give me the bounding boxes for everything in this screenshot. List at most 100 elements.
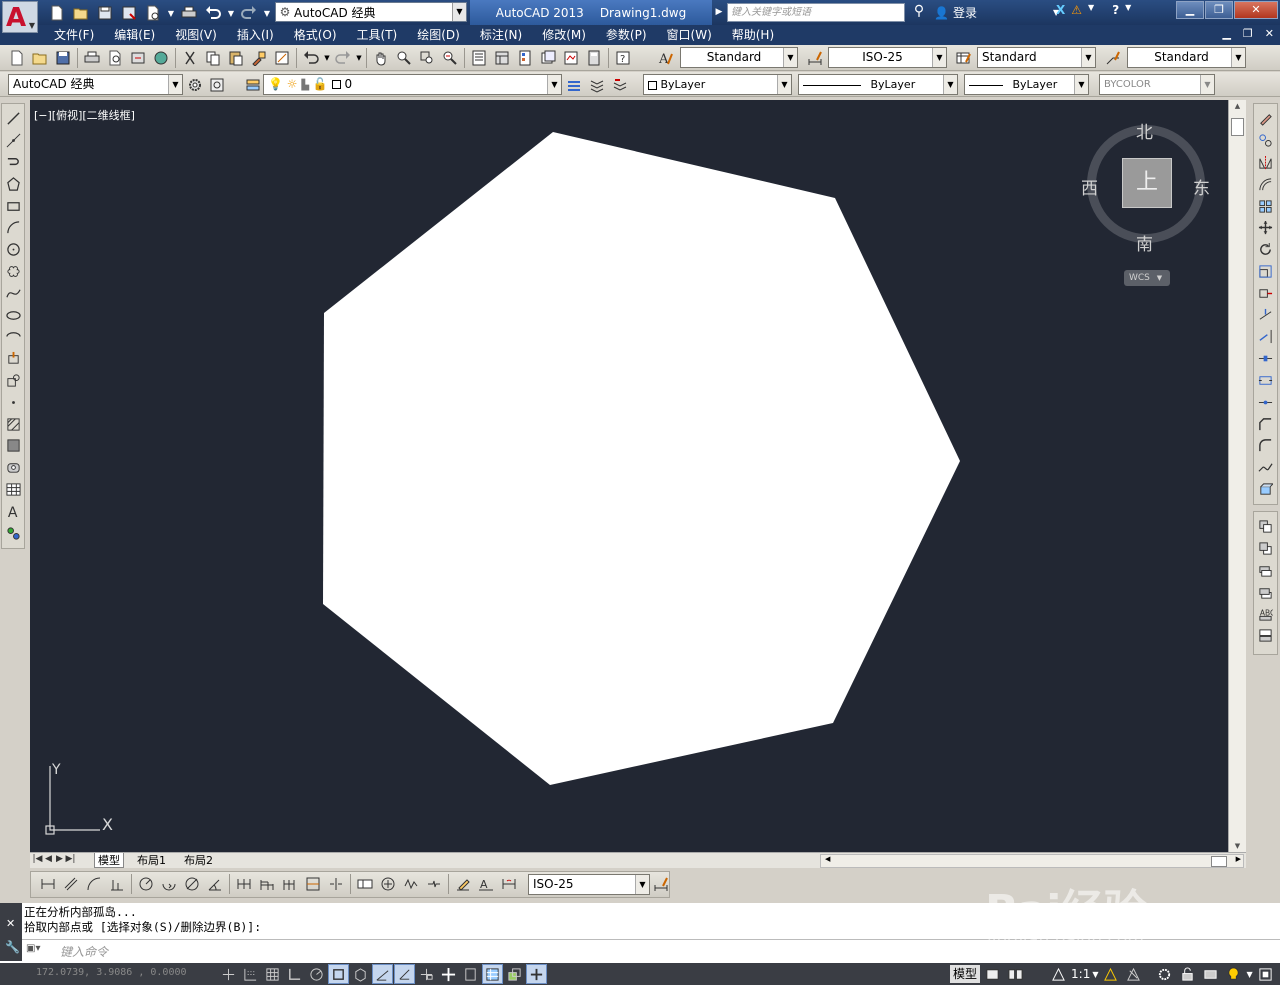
doc-close-icon[interactable]: ✕ [1265,27,1274,40]
scroll-thumb[interactable] [1211,856,1227,867]
menu-help[interactable]: 帮助(H) [722,25,784,45]
viewport-freeze-icon[interactable]: ▙ [301,80,309,91]
object-snap-tracking-icon[interactable] [372,964,393,984]
quick-properties-icon[interactable] [482,964,503,984]
annotation-visibility-icon[interactable] [1100,964,1121,984]
break-at-point-icon[interactable] [1255,348,1277,370]
quick-view-layouts-icon[interactable] [1005,964,1026,984]
drawing-canvas[interactable]: [−][俯视][二维线框] 上 北 南 西 东 WCS ▼ Y X [30,100,1228,852]
dim-style-toolbar-select[interactable]: ISO-25 ▼ [528,874,650,895]
chevron-down-icon[interactable]: ▼ [783,48,797,67]
wcs-menu-button[interactable]: WCS ▼ [1124,270,1170,286]
menu-tools[interactable]: 工具(T) [347,25,408,45]
save-as-icon[interactable] [118,3,140,23]
heptagon-shape[interactable] [323,132,960,785]
minimize-button[interactable]: ▁ [1176,1,1204,19]
offset-icon[interactable] [1255,173,1277,195]
vertical-scrollbar[interactable]: ▲ ▼ [1228,100,1246,852]
send-under-icon[interactable] [1255,581,1277,603]
scroll-thumb[interactable] [1231,118,1244,136]
chevron-down-icon[interactable]: ▼ [1231,48,1245,67]
insert-block-icon[interactable] [2,348,24,370]
text-style-icon[interactable]: A [656,48,676,68]
command-line-handle[interactable]: ✕ 🔧 [0,903,22,961]
menu-parametric[interactable]: 参数(P) [596,25,657,45]
chevron-down-icon[interactable]: ▼ [452,3,466,21]
table-icon[interactable] [2,479,24,501]
menu-view[interactable]: 视图(V) [165,25,227,45]
menu-dimension[interactable]: 标注(N) [470,25,532,45]
redo-icon[interactable] [332,47,354,69]
chevron-down-icon[interactable]: ▼ [547,75,561,94]
isolate-objects-icon[interactable] [1223,964,1244,984]
chevron-down-icon[interactable]: ▼ [262,3,272,23]
annotation-scale-icon[interactable] [1048,964,1069,984]
polygon-icon[interactable] [2,173,24,195]
workspace-select[interactable]: ⚙ AutoCAD 经典 ▼ [275,2,467,22]
explode-icon[interactable] [1255,479,1277,501]
application-menu-button[interactable]: A ▼ [2,1,38,33]
pan-icon[interactable] [370,47,392,69]
plot-preview-icon[interactable] [142,3,164,23]
bring-above-icon[interactable] [1255,560,1277,582]
dim-text-edit-icon[interactable]: A [475,873,497,895]
inspection-icon[interactable] [400,873,422,895]
jogged-dim-icon[interactable] [158,873,180,895]
dim-edit-icon[interactable] [452,873,474,895]
sun-icon[interactable]: ☼ [287,77,298,91]
multiline-text-icon[interactable]: A [2,500,24,522]
join-icon[interactable] [1255,391,1277,413]
hatch-icon[interactable] [2,413,24,435]
menu-format[interactable]: 格式(O) [284,25,347,45]
lineweight-select[interactable]: ByLayer ▼ [964,74,1089,95]
coordinate-display[interactable]: 172.0739, 3.9086 , 0.0000 [36,967,187,978]
tolerance-icon[interactable] [354,873,376,895]
text-style-select[interactable]: Standard ▼ [680,47,798,68]
prev-tab-icon[interactable]: ◀ [43,854,54,864]
unlock-icon[interactable]: 🔓 [313,77,328,91]
model-space-button[interactable]: 模型 [950,965,981,983]
all-annotations-front-icon[interactable] [1255,625,1277,647]
continue-dim-icon[interactable] [279,873,301,895]
command-input[interactable]: 键入命令 [60,943,108,960]
snap-mode-icon[interactable] [240,964,261,984]
publish-icon[interactable] [127,47,149,69]
arc-icon[interactable] [2,217,24,239]
quickcalc-icon[interactable] [583,47,605,69]
tool-palettes-icon[interactable] [514,47,536,69]
spline-icon[interactable] [2,282,24,304]
annotation-monitor-icon[interactable] [526,964,547,984]
fillet-icon[interactable] [1255,435,1277,457]
properties-icon[interactable] [468,47,490,69]
blend-curves-icon[interactable] [1255,457,1277,479]
color-select[interactable]: ByLayer ▼ [643,74,792,95]
gradient-icon[interactable] [2,435,24,457]
stretch-icon[interactable] [1255,282,1277,304]
undo-icon[interactable] [300,47,322,69]
search-input[interactable]: 键入关键字或短语 [727,3,905,22]
horizontal-scrollbar[interactable]: ◀ ▶ [820,854,1244,868]
chevron-down-icon[interactable]: ▼ [166,3,176,23]
gear-icon[interactable] [185,75,205,95]
layer-states-icon[interactable] [587,75,607,95]
print-icon[interactable] [178,3,200,23]
chevron-down-icon[interactable]: ▼ [1246,970,1252,979]
chamfer-icon[interactable] [1255,413,1277,435]
grid-display-icon[interactable] [262,964,283,984]
layer-previous-icon[interactable] [610,75,630,95]
diameter-dim-icon[interactable] [181,873,203,895]
line-icon[interactable] [2,108,24,130]
scale-icon[interactable] [1255,261,1277,283]
zoom-realtime-icon[interactable] [393,47,415,69]
quick-dim-icon[interactable] [233,873,255,895]
auto-scale-icon[interactable] [1123,964,1144,984]
hardware-acceleration-icon[interactable] [1200,964,1221,984]
workspace-toolbar-select[interactable]: AutoCAD 经典 ▼ [8,74,183,95]
menu-file[interactable]: 文件(F) [44,25,104,45]
copy-icon[interactable] [202,47,224,69]
chevron-down-icon[interactable]: ▼ [226,3,236,23]
3d-object-snap-icon[interactable] [350,964,371,984]
ellipse-arc-icon[interactable] [2,326,24,348]
menu-draw[interactable]: 绘图(D) [407,25,470,45]
menu-insert[interactable]: 插入(I) [227,25,284,45]
